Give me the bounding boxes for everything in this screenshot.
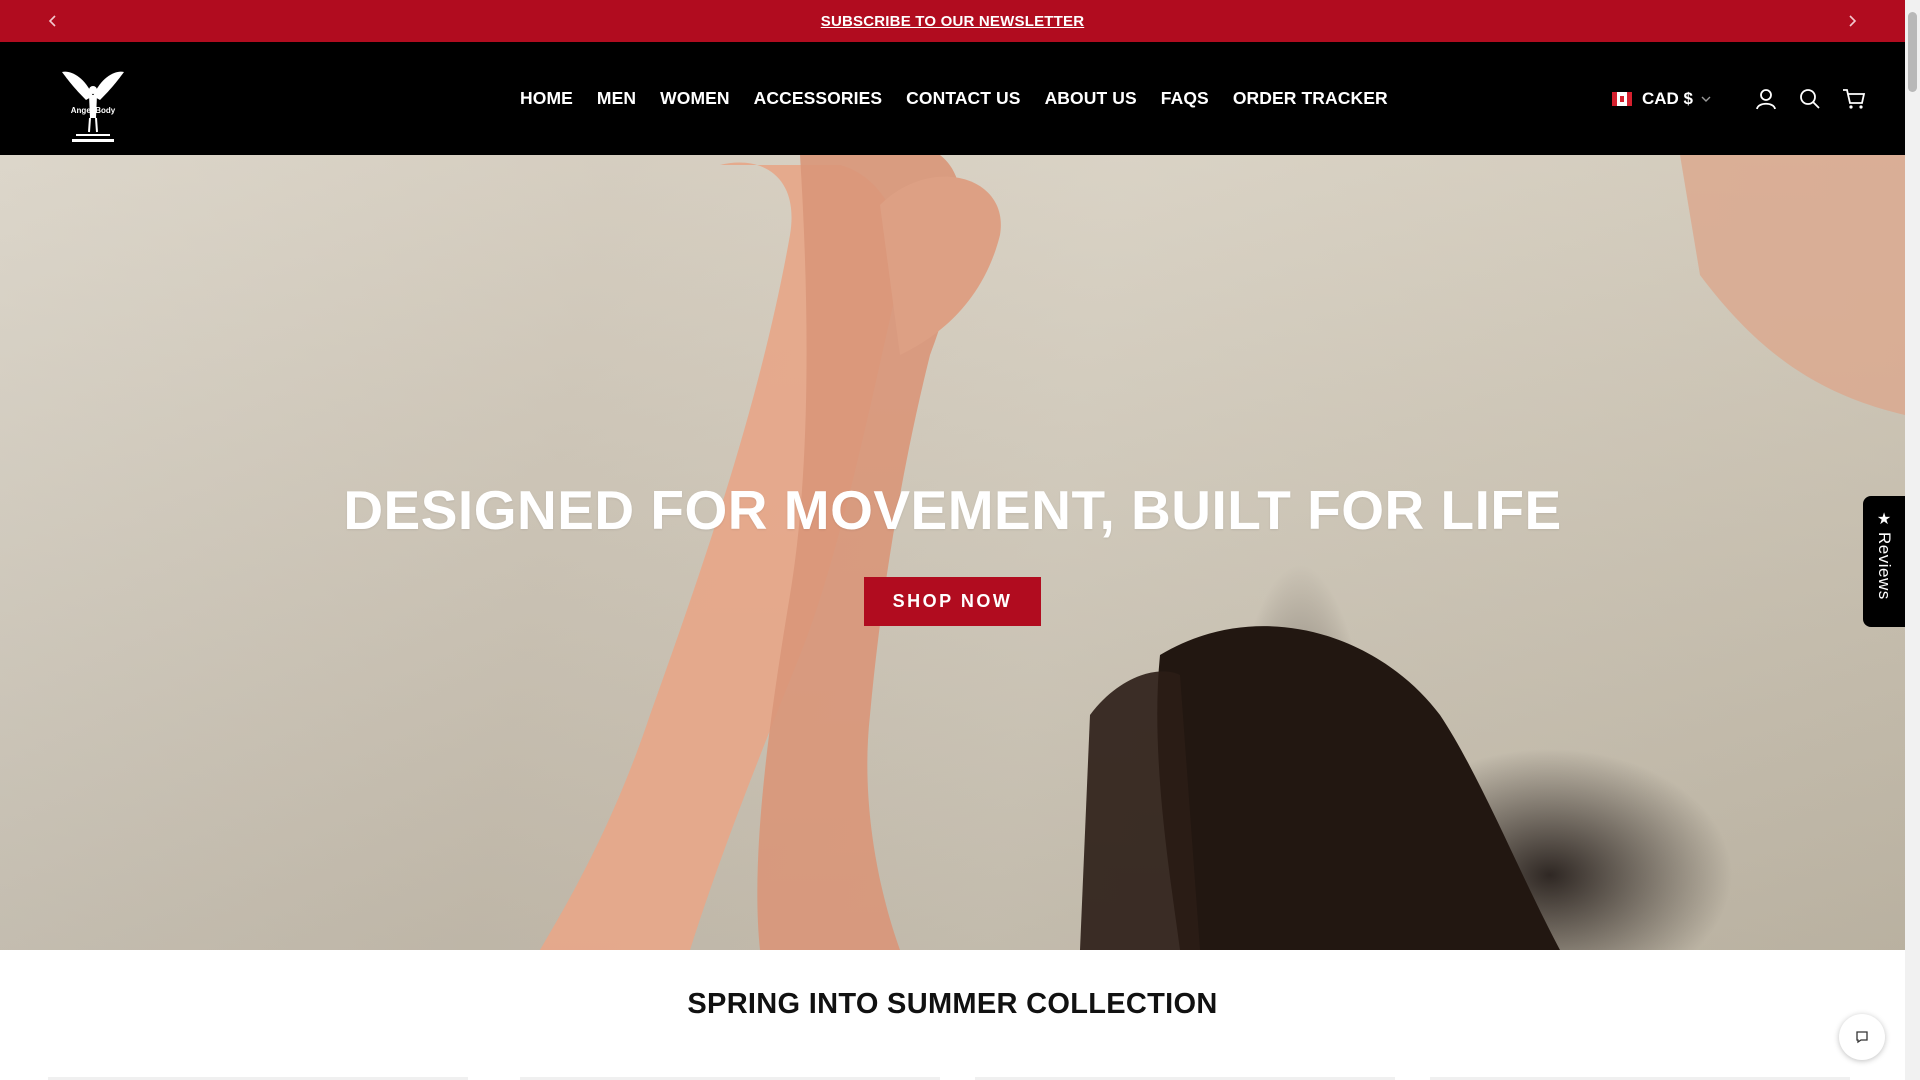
scrollbar-thumb[interactable] — [1908, 12, 1917, 92]
nav-men[interactable]: MEN — [597, 88, 636, 109]
nav-faqs[interactable]: FAQS — [1161, 88, 1209, 109]
nav-order-tracker[interactable]: ORDER TRACKER — [1233, 88, 1388, 109]
chevron-down-icon — [1701, 92, 1711, 106]
search-icon[interactable] — [1797, 86, 1823, 112]
shop-now-button[interactable]: SHOP NOW — [864, 577, 1041, 626]
nav-about-us[interactable]: ABOUT US — [1045, 88, 1137, 109]
nav-contact-us[interactable]: CONTACT US — [906, 88, 1020, 109]
logo[interactable]: Angel Body — [56, 66, 130, 148]
main-nav: HOME MEN WOMEN ACCESSORIES CONTACT US AB… — [520, 42, 1412, 155]
hero-banner: DESIGNED FOR MOVEMENT, BUILT FOR LIFE SH… — [0, 155, 1905, 950]
hero-image — [540, 155, 1905, 950]
reviews-tab[interactable]: ★ Reviews — [1863, 496, 1905, 627]
currency-selector[interactable]: CAD $ — [1612, 89, 1711, 109]
chat-icon — [1856, 1031, 1868, 1044]
canada-flag-icon — [1612, 91, 1632, 106]
nav-home[interactable]: HOME — [520, 88, 573, 109]
header-actions: CAD $ — [1612, 42, 1867, 155]
section-title: SPRING INTO SUMMER COLLECTION — [687, 988, 1218, 1020]
chat-button[interactable] — [1839, 1014, 1885, 1060]
cart-icon[interactable] — [1841, 86, 1867, 112]
scrollbar[interactable] — [1905, 0, 1920, 1080]
chevron-right-icon[interactable] — [1840, 9, 1864, 33]
hero-title: DESIGNED FOR MOVEMENT, BUILT FOR LIFE — [343, 479, 1562, 541]
star-icon: ★ — [1876, 511, 1892, 528]
nav-women[interactable]: WOMEN — [660, 88, 730, 109]
currency-label: CAD $ — [1642, 88, 1694, 108]
nav-accessories[interactable]: ACCESSORIES — [754, 88, 883, 109]
user-icon[interactable] — [1753, 86, 1779, 112]
logo-text: Angel Body — [70, 106, 116, 115]
reviews-label: Reviews — [1875, 532, 1894, 600]
chevron-left-icon[interactable] — [41, 9, 65, 33]
page: SUBSCRIBE TO OUR NEWSLETTER Angel Body H… — [0, 0, 1920, 1080]
announcement-bar: SUBSCRIBE TO OUR NEWSLETTER — [0, 0, 1905, 42]
site-header: Angel Body HOME MEN WOMEN ACCESSORIES CO… — [0, 42, 1905, 155]
newsletter-link[interactable]: SUBSCRIBE TO OUR NEWSLETTER — [821, 13, 1084, 30]
